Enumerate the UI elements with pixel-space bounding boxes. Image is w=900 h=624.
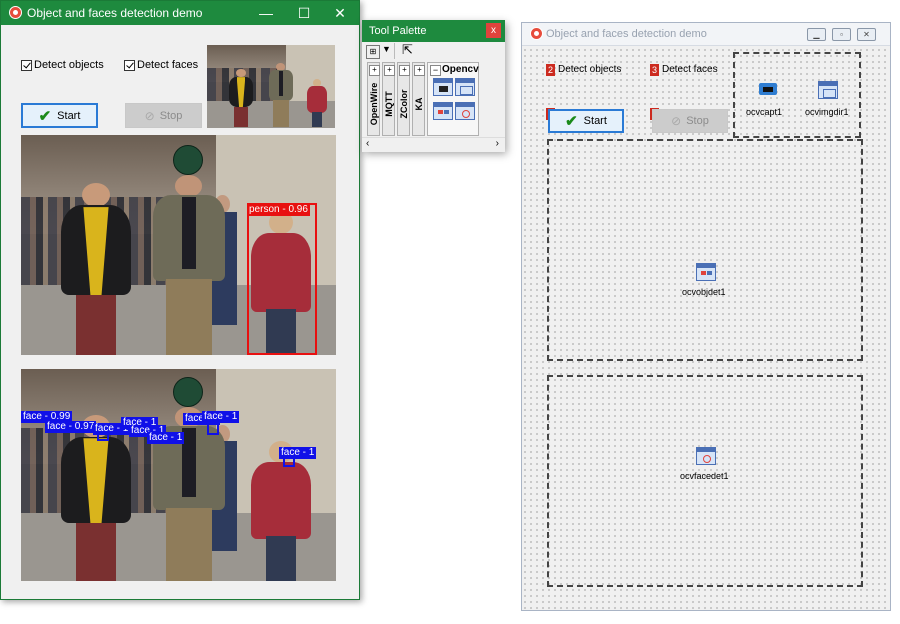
tab-label: MQTT bbox=[384, 91, 394, 117]
face-detector-component-icon[interactable] bbox=[455, 102, 475, 120]
capture-component-icon[interactable] bbox=[433, 78, 453, 96]
detect-objects-label[interactable]: Detect objects bbox=[558, 64, 621, 75]
title-bar[interactable]: Object and faces detection demo — ☐ ✕ bbox=[1, 1, 359, 25]
start-label: Start bbox=[57, 109, 81, 122]
street-sign bbox=[173, 377, 203, 407]
face-detection-view: face - 0.99 face - 0.97 face - 1 face - … bbox=[21, 369, 336, 581]
component-caption: ocvcapt1 bbox=[746, 107, 783, 117]
app-icon bbox=[530, 27, 543, 40]
street-sign bbox=[173, 145, 203, 175]
toolbar-separator bbox=[394, 43, 395, 59]
tab-ka[interactable]: + KA bbox=[412, 62, 425, 136]
palette-title: Tool Palette bbox=[369, 25, 427, 37]
object-detector-component-icon[interactable] bbox=[433, 102, 453, 120]
maximize-button[interactable]: ☐ bbox=[287, 1, 321, 25]
tab-zcolor[interactable]: + ZColor bbox=[397, 62, 410, 136]
checkbox-icon bbox=[21, 59, 32, 71]
image-display-component-icon[interactable] bbox=[455, 78, 475, 96]
component-caption: ocvobjdet1 bbox=[682, 287, 726, 297]
component-caption: ocvfacedet1 bbox=[680, 471, 729, 481]
demo-app-window: Object and faces detection demo — ☐ ✕ De… bbox=[0, 0, 360, 600]
designer-window-title: Object and faces detection demo bbox=[546, 28, 707, 40]
image-display-component-icon[interactable] bbox=[818, 81, 838, 99]
face-detector-component-icon[interactable] bbox=[696, 447, 716, 465]
opencv-category-panel: − Opencv bbox=[427, 62, 479, 136]
checkmark-icon: ✔ bbox=[565, 113, 578, 130]
maximize-icon[interactable]: ▫ bbox=[832, 28, 851, 41]
collapse-icon[interactable]: − bbox=[430, 65, 441, 76]
detect-objects-label: Detect objects bbox=[34, 59, 104, 71]
minimize-button[interactable]: — bbox=[249, 1, 283, 25]
minimize-icon[interactable]: ▁ bbox=[807, 28, 826, 41]
detection-label: person - 0.96 bbox=[247, 204, 310, 216]
detection-label: face - 1 bbox=[147, 432, 185, 444]
preview-panel-outline[interactable] bbox=[733, 52, 861, 138]
expand-icon: + bbox=[369, 65, 380, 76]
detect-faces-label: Detect faces bbox=[137, 59, 199, 71]
detection-label: face - 1 bbox=[279, 447, 317, 459]
tab-openwire[interactable]: + OpenWire bbox=[367, 62, 380, 136]
expand-icon: + bbox=[384, 65, 395, 76]
close-icon[interactable]: ✕ bbox=[857, 28, 876, 41]
window-title: Object and faces detection demo bbox=[27, 6, 203, 20]
close-button[interactable]: ✕ bbox=[323, 1, 357, 25]
detect-faces-label[interactable]: Detect faces bbox=[662, 64, 718, 75]
tab-label: KA bbox=[414, 97, 424, 111]
category-label: Opencv bbox=[442, 64, 479, 75]
camera-preview-thumbnail bbox=[207, 45, 335, 128]
face-view-outline[interactable] bbox=[547, 375, 863, 587]
tab-mqtt[interactable]: + MQTT bbox=[382, 62, 395, 136]
design-stop-button[interactable]: ⊘ Stop bbox=[652, 109, 728, 133]
start-button[interactable]: ✔ Start bbox=[21, 103, 98, 128]
designer-title-bar[interactable]: Object and faces detection demo ▁ ▫ ✕ bbox=[522, 23, 890, 46]
detect-faces-checkbox[interactable]: Detect faces bbox=[124, 59, 198, 71]
capture-component-icon[interactable] bbox=[756, 79, 780, 99]
detection-label: face - 0.97 bbox=[45, 421, 97, 433]
checkbox-icon bbox=[124, 59, 135, 71]
start-label: Start bbox=[583, 115, 607, 127]
tab-label: ZColor bbox=[399, 89, 409, 119]
scroll-left-icon[interactable]: ‹ bbox=[366, 138, 369, 149]
stop-icon: ⊘ bbox=[671, 114, 682, 128]
stop-label: Stop bbox=[686, 115, 709, 127]
object-detector-component-icon[interactable] bbox=[696, 263, 716, 281]
palette-close-button[interactable]: x bbox=[486, 23, 501, 38]
stop-icon: ⊘ bbox=[144, 108, 155, 123]
scroll-right-icon[interactable]: › bbox=[496, 138, 499, 149]
horizontal-scrollbar[interactable]: ‹ › bbox=[362, 137, 505, 152]
design-start-button[interactable]: ✔ Start bbox=[548, 109, 624, 133]
pointer-icon[interactable]: ⇱ bbox=[402, 42, 413, 58]
stop-button[interactable]: ⊘ Stop bbox=[125, 103, 202, 128]
tab-order-badge: 2 bbox=[546, 64, 555, 76]
expand-icon: + bbox=[399, 65, 410, 76]
form-designer: Object and faces detection demo ▁ ▫ ✕ 2 … bbox=[521, 22, 891, 611]
detection-label: face - 1 bbox=[202, 411, 240, 423]
app-icon bbox=[9, 6, 22, 19]
object-detection-view: person - 0.96 bbox=[21, 135, 336, 355]
component-caption: ocvimgdir1 bbox=[805, 107, 849, 117]
stop-label: Stop bbox=[159, 109, 183, 122]
detect-objects-checkbox[interactable]: Detect objects bbox=[21, 59, 104, 71]
tool-palette: Tool Palette x ⊞ ▼ ⇱ + OpenWire + MQTT +… bbox=[362, 20, 505, 152]
expand-icon: + bbox=[414, 65, 425, 76]
checkmark-icon: ✔ bbox=[38, 107, 52, 125]
tab-order-badge: 3 bbox=[650, 64, 659, 76]
palette-view-icon[interactable]: ⊞ bbox=[366, 45, 380, 59]
object-view-outline[interactable] bbox=[547, 139, 863, 361]
tab-label: OpenWire bbox=[369, 82, 379, 126]
person-bounding-box bbox=[247, 203, 317, 355]
dropdown-arrow-icon[interactable]: ▼ bbox=[382, 44, 391, 54]
palette-title-bar[interactable]: Tool Palette x bbox=[362, 20, 505, 42]
